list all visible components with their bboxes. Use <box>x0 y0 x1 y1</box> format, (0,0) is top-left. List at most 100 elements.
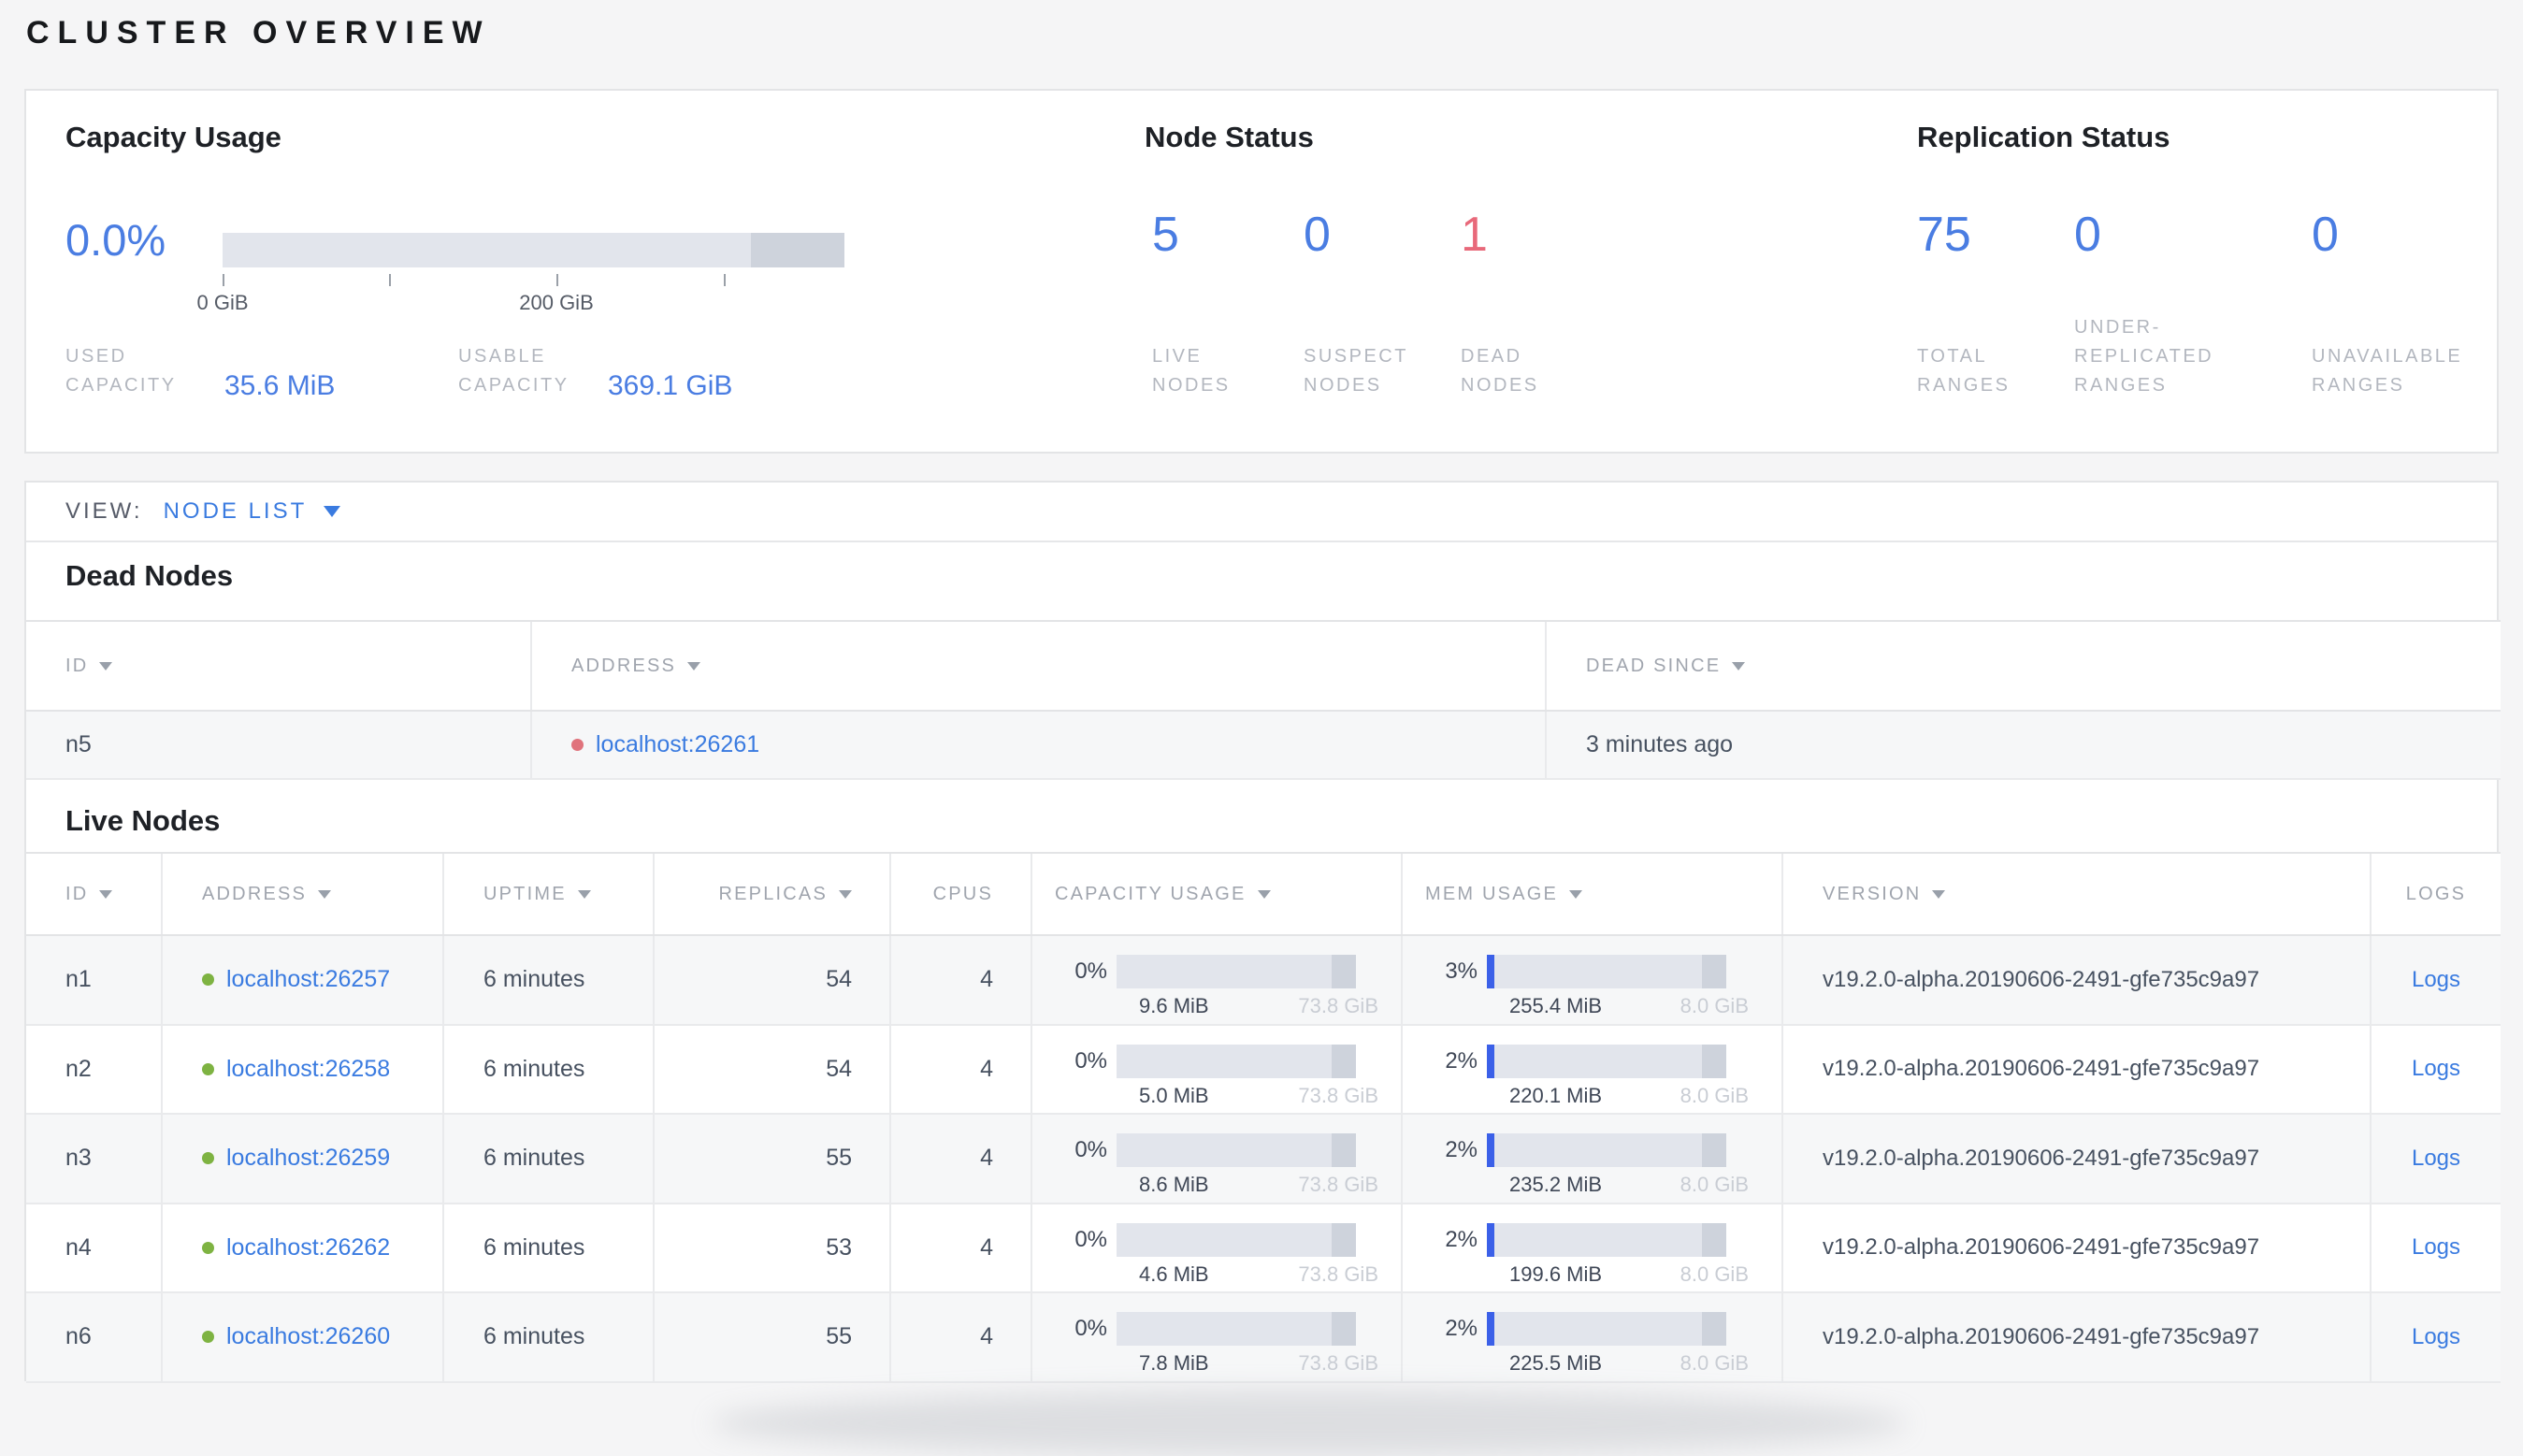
logs-link[interactable]: Logs <box>2412 1234 2460 1261</box>
table-row: n3 localhost:26259 6 minutes 55 4 0% 8.6… <box>26 1115 2501 1204</box>
logs-link[interactable]: Logs <box>2412 1056 2460 1082</box>
dead-node-id: n5 <box>26 712 532 778</box>
table-row: n5 localhost:26261 3 minutes ago <box>26 712 2501 780</box>
dead-status-icon <box>571 739 584 751</box>
used-capacity-value: 35.6 MiB <box>224 370 336 401</box>
node-address-link[interactable]: localhost:26257 <box>226 966 390 993</box>
usable-capacity-label: USABLE CAPACITY <box>458 346 569 396</box>
sort-desc-icon <box>577 889 591 899</box>
dead-nodes-table: ID ADDRESS DEAD SINCE n5 localhost:26261… <box>26 620 2501 780</box>
dead-nodes-label: DEAD NODES <box>1461 346 1539 396</box>
node-cpus: 4 <box>891 1293 1032 1381</box>
node-id: n6 <box>26 1293 163 1381</box>
logs-link[interactable]: Logs <box>2412 1324 2460 1350</box>
column-header-id[interactable]: ID <box>26 854 163 934</box>
column-header-version[interactable]: VERSION <box>1783 854 2372 934</box>
column-header-id[interactable]: ID <box>26 622 532 710</box>
node-uptime: 6 minutes <box>444 1293 655 1381</box>
mem-bar <box>1487 955 1726 988</box>
node-capacity-usage: 0% 5.0 MiB 73.8 GiB <box>1032 1025 1403 1113</box>
mem-total-value: 8.0 GiB <box>1680 994 1749 1017</box>
node-replicas: 54 <box>655 936 891 1024</box>
node-cpus: 4 <box>891 936 1032 1024</box>
node-replicas: 55 <box>655 1293 891 1381</box>
column-header-logs: LOGS <box>2405 883 2467 904</box>
capacity-percent: 0% <box>1074 1047 1107 1074</box>
node-address-link[interactable]: localhost:26262 <box>226 1234 390 1261</box>
node-address-cell: localhost:26262 <box>163 1204 444 1291</box>
mem-bar <box>1487 1222 1726 1257</box>
axis-tick <box>389 274 391 286</box>
axis-tick-label: 200 GiB <box>519 291 594 314</box>
capacity-total-value: 73.8 GiB <box>1298 1351 1378 1375</box>
dead-nodes-heading: Dead Nodes <box>65 559 234 592</box>
node-mem-usage: 2% 235.2 MiB 8.0 GiB <box>1403 1115 1783 1203</box>
view-label: VIEW: <box>65 498 143 524</box>
capacity-usage-title: Capacity Usage <box>65 121 281 153</box>
chevron-down-icon[interactable] <box>324 506 341 517</box>
capacity-total-value: 73.8 GiB <box>1298 1261 1378 1286</box>
column-header-address[interactable]: ADDRESS <box>163 854 444 934</box>
capacity-bar <box>1117 1133 1356 1167</box>
logs-link[interactable]: Logs <box>2412 967 2460 993</box>
suspect-nodes-count: 0 <box>1304 208 1331 262</box>
scroll-shadow <box>711 1391 1908 1456</box>
total-ranges-count: 75 <box>1917 208 1971 262</box>
column-header-uptime[interactable]: UPTIME <box>444 854 655 934</box>
sort-desc-icon <box>1932 889 1946 899</box>
live-status-icon <box>202 1062 214 1075</box>
unavailable-ranges-count: 0 <box>2312 208 2339 262</box>
node-address-link[interactable]: localhost:26259 <box>226 1145 390 1172</box>
logs-link[interactable]: Logs <box>2412 1146 2460 1172</box>
capacity-percent: 0% <box>1074 959 1107 984</box>
capacity-bar <box>1117 1312 1356 1346</box>
mem-percent: 2% <box>1445 1137 1478 1162</box>
node-replicas: 54 <box>655 1025 891 1113</box>
node-capacity-usage: 0% 8.6 MiB 73.8 GiB <box>1032 1115 1403 1203</box>
column-header-address[interactable]: ADDRESS <box>532 622 1547 710</box>
capacity-used-value: 5.0 MiB <box>1139 1083 1209 1107</box>
replication-status-title: Replication Status <box>1917 121 2170 153</box>
capacity-used-value: 9.6 MiB <box>1139 994 1209 1017</box>
node-id: n1 <box>26 936 163 1024</box>
view-bar: VIEW: NODE LIST <box>26 483 2497 542</box>
node-address-link[interactable]: localhost:26258 <box>226 1056 390 1083</box>
table-row: n6 localhost:26260 6 minutes 55 4 0% 7.8… <box>26 1293 2501 1383</box>
live-status-icon <box>202 973 214 987</box>
sort-desc-icon <box>318 889 332 899</box>
mem-used-value: 255.4 MiB <box>1509 994 1603 1017</box>
live-nodes-label: LIVE NODES <box>1152 346 1231 396</box>
axis-tick <box>724 274 726 286</box>
node-mem-usage: 2% 225.5 MiB 8.0 GiB <box>1403 1293 1783 1381</box>
column-header-mem-usage[interactable]: MEM USAGE <box>1403 854 1783 934</box>
logs-cell: Logs <box>2372 1293 2501 1381</box>
mem-total-value: 8.0 GiB <box>1680 1351 1749 1375</box>
column-header-replicas[interactable]: REPLICAS <box>655 854 891 934</box>
node-version: v19.2.0-alpha.20190606-2491-gfe735c9a97 <box>1783 1293 2372 1381</box>
mem-percent: 2% <box>1445 1316 1478 1341</box>
capacity-total-value: 73.8 GiB <box>1298 1083 1378 1107</box>
column-header-cpus: CPUS <box>891 854 1032 934</box>
node-address-link[interactable]: localhost:26261 <box>596 731 759 758</box>
mem-bar <box>1487 1044 1726 1078</box>
live-nodes-table: ID ADDRESS UPTIME REPLICAS CPUS CAPACITY… <box>26 852 2501 1383</box>
mem-used-value: 199.6 MiB <box>1509 1261 1603 1286</box>
column-header-dead-since[interactable]: DEAD SINCE <box>1547 622 2501 710</box>
cluster-summary-card: Capacity Usage 0.0% 0 GiB 200 GiB USED C… <box>24 89 2499 454</box>
node-uptime: 6 minutes <box>444 936 655 1024</box>
node-address-link[interactable]: localhost:26260 <box>226 1323 390 1350</box>
unavailable-ranges-label: UNAVAILABLE RANGES <box>2312 346 2463 396</box>
node-address-cell: localhost:26260 <box>163 1293 444 1381</box>
node-address-cell: localhost:26259 <box>163 1115 444 1203</box>
column-header-capacity-usage[interactable]: CAPACITY USAGE <box>1032 854 1403 934</box>
mem-percent: 3% <box>1445 959 1478 984</box>
capacity-total-value: 73.8 GiB <box>1298 994 1378 1017</box>
suspect-nodes-label: SUSPECT NODES <box>1304 346 1408 396</box>
node-capacity-usage: 0% 9.6 MiB 73.8 GiB <box>1032 936 1403 1024</box>
mem-total-value: 8.0 GiB <box>1680 1083 1749 1107</box>
view-selector[interactable]: NODE LIST <box>164 498 308 525</box>
dead-since-value: 3 minutes ago <box>1586 731 1734 757</box>
live-status-icon <box>202 1331 214 1344</box>
node-cpus: 4 <box>891 1025 1032 1113</box>
table-header-row: ID ADDRESS UPTIME REPLICAS CPUS CAPACITY… <box>26 852 2501 936</box>
